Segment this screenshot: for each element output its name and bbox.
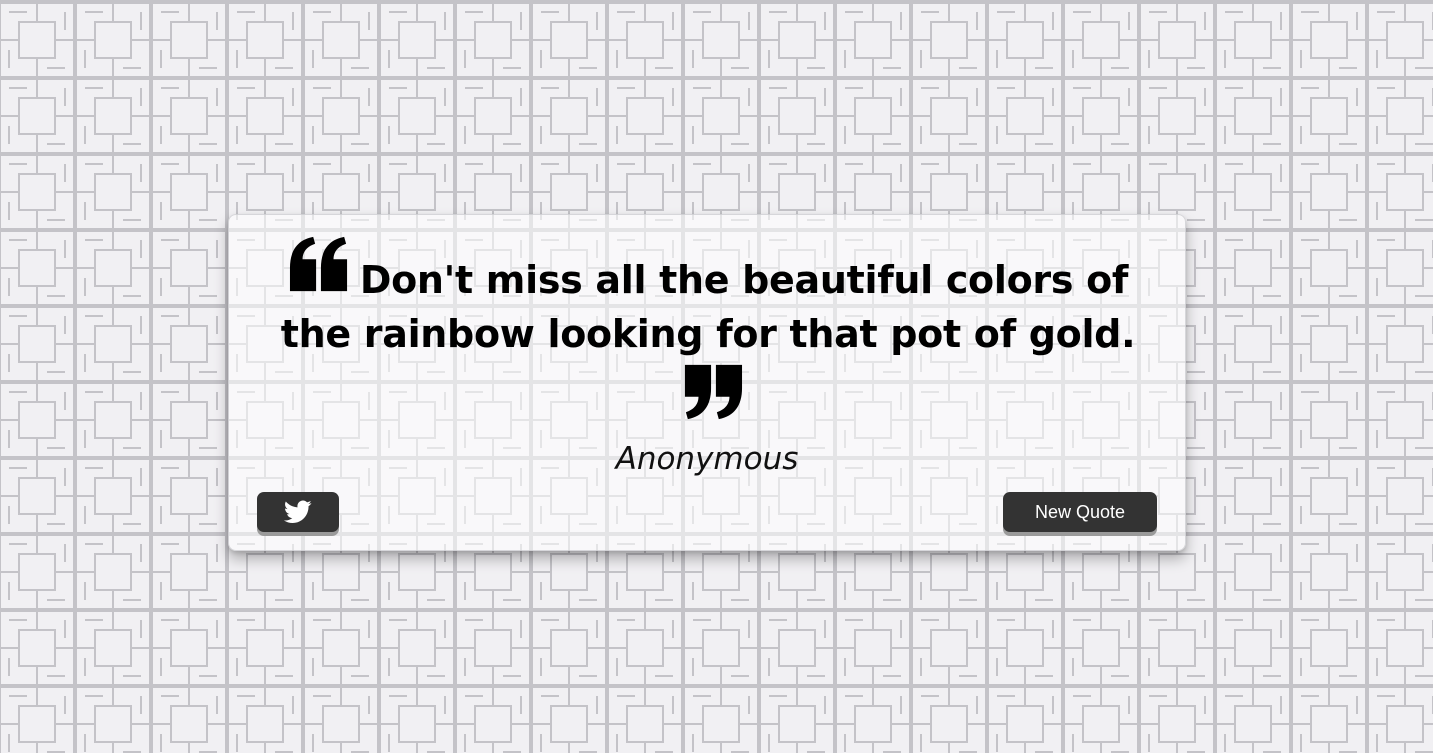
new-quote-button[interactable]: New Quote bbox=[1003, 492, 1157, 532]
quote-left-icon bbox=[288, 235, 350, 295]
quote-text: Don't miss all the beautiful colors of t… bbox=[280, 258, 1136, 356]
quote-box: Don't miss all the beautiful colors of t… bbox=[228, 214, 1186, 551]
quote-right-icon bbox=[682, 361, 744, 421]
twitter-icon bbox=[284, 500, 312, 524]
quote-text-block: Don't miss all the beautiful colors of t… bbox=[269, 235, 1147, 423]
tweet-button[interactable] bbox=[257, 492, 339, 532]
quote-author: Anonymous bbox=[615, 441, 799, 477]
